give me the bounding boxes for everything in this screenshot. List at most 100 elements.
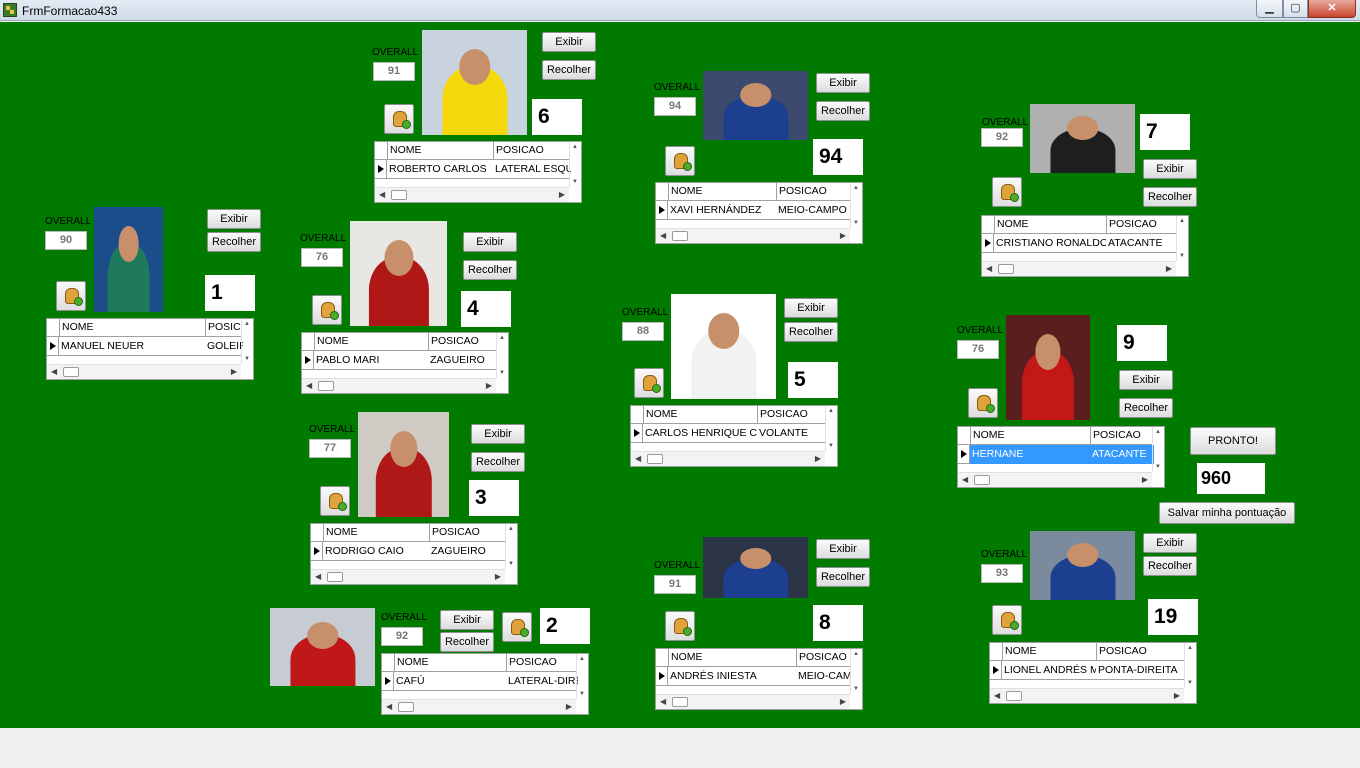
recolher-button[interactable]: Recolher bbox=[471, 452, 525, 472]
vertical-scrollbar[interactable] bbox=[496, 333, 508, 378]
add-player-button[interactable] bbox=[992, 605, 1022, 635]
table-row[interactable]: CARLOS HENRIQUE CASEMIROVOLANTE bbox=[631, 424, 825, 443]
vertical-scrollbar[interactable] bbox=[569, 142, 581, 187]
scroll-right-icon[interactable]: ▶ bbox=[1174, 691, 1180, 700]
scroll-right-icon[interactable]: ▶ bbox=[566, 702, 572, 711]
recolher-button[interactable]: Recolher bbox=[440, 632, 494, 652]
column-header-nome[interactable]: NOME bbox=[668, 649, 796, 667]
recolher-button[interactable]: Recolher bbox=[784, 322, 838, 342]
column-header-nome[interactable]: NOME bbox=[394, 654, 506, 672]
column-header-posicao[interactable]: POSICAO bbox=[1096, 643, 1186, 661]
column-header-posicao[interactable]: POSICAO bbox=[796, 649, 852, 667]
player-data-grid[interactable]: NOMEPOSICAOCAFÚLATERAL-DIREITO◀▶ bbox=[381, 653, 589, 715]
scroll-left-icon[interactable]: ◀ bbox=[986, 264, 992, 273]
minimize-button[interactable]: ▁ bbox=[1256, 0, 1283, 18]
column-header-nome[interactable]: NOME bbox=[59, 319, 205, 337]
exibir-button[interactable]: Exibir bbox=[1119, 370, 1173, 390]
player-data-grid[interactable]: NOMEPOSICAORODRIGO CAIOZAGUEIRO ◀▶ bbox=[310, 523, 518, 585]
scroll-right-icon[interactable]: ▶ bbox=[840, 231, 846, 240]
scroll-thumb[interactable] bbox=[63, 367, 79, 377]
table-row[interactable]: ROBERTO CARLOS LATERAL ESQUERDO bbox=[375, 160, 571, 179]
scroll-left-icon[interactable]: ◀ bbox=[962, 475, 968, 484]
player-data-grid[interactable]: NOMEPOSICMANUEL NEUERGOLEIRO◀▶ bbox=[46, 318, 254, 380]
table-row[interactable]: LIONEL ANDRÉS MESSIPONTA-DIREITA bbox=[990, 661, 1184, 680]
add-player-button[interactable] bbox=[665, 146, 695, 176]
scroll-right-icon[interactable]: ▶ bbox=[815, 454, 821, 463]
scroll-thumb[interactable] bbox=[647, 454, 663, 464]
horizontal-scrollbar[interactable]: ◀ ▶ bbox=[982, 261, 1176, 276]
player-data-grid[interactable]: NOMEPOSICAOANDRÉS INIESTAMEIO-CAMPO◀▶ bbox=[655, 648, 863, 710]
column-header-posicao[interactable]: POSICAO bbox=[429, 524, 507, 542]
column-header-nome[interactable]: NOME bbox=[970, 427, 1090, 445]
scroll-right-icon[interactable]: ▶ bbox=[840, 697, 846, 706]
pronto-button[interactable]: PRONTO! bbox=[1190, 427, 1276, 455]
horizontal-scrollbar[interactable]: ◀ ▶ bbox=[311, 569, 505, 584]
vertical-scrollbar[interactable] bbox=[1152, 427, 1164, 472]
column-header-posicao[interactable]: POSICAO bbox=[428, 333, 498, 351]
add-player-button[interactable] bbox=[384, 104, 414, 134]
recolher-button[interactable]: Recolher bbox=[816, 101, 870, 121]
vertical-scrollbar[interactable] bbox=[850, 649, 862, 694]
vertical-scrollbar[interactable] bbox=[850, 183, 862, 228]
exibir-button[interactable]: Exibir bbox=[784, 298, 838, 318]
scroll-left-icon[interactable]: ◀ bbox=[386, 702, 392, 711]
recolher-button[interactable]: Recolher bbox=[207, 232, 261, 252]
save-score-button[interactable]: Salvar minha pontuação bbox=[1159, 502, 1295, 524]
scroll-left-icon[interactable]: ◀ bbox=[660, 231, 666, 240]
scroll-right-icon[interactable]: ▶ bbox=[1142, 475, 1148, 484]
exibir-button[interactable]: Exibir bbox=[1143, 159, 1197, 179]
add-player-button[interactable] bbox=[56, 281, 86, 311]
scroll-right-icon[interactable]: ▶ bbox=[1166, 264, 1172, 273]
column-header-posicao[interactable]: POSICAO bbox=[1090, 427, 1154, 445]
scroll-left-icon[interactable]: ◀ bbox=[306, 381, 312, 390]
exibir-button[interactable]: Exibir bbox=[463, 232, 517, 252]
horizontal-scrollbar[interactable]: ◀ ▶ bbox=[375, 187, 569, 202]
table-row[interactable]: XAVI HERNÁNDEZ MEIO-CAMPO bbox=[656, 201, 850, 220]
column-header-posicao[interactable]: POSICAO bbox=[776, 183, 852, 201]
add-player-button[interactable] bbox=[634, 368, 664, 398]
recolher-button[interactable]: Recolher bbox=[1119, 398, 1173, 418]
column-header-posicao[interactable]: POSIC bbox=[205, 319, 243, 337]
table-row[interactable]: CRISTIANO RONALDO ATACANTE bbox=[982, 234, 1176, 253]
scroll-left-icon[interactable]: ◀ bbox=[51, 367, 57, 376]
horizontal-scrollbar[interactable]: ◀ ▶ bbox=[656, 694, 850, 709]
scroll-left-icon[interactable]: ◀ bbox=[660, 697, 666, 706]
column-header-nome[interactable]: NOME bbox=[387, 142, 493, 160]
scroll-thumb[interactable] bbox=[672, 231, 688, 241]
column-header-nome[interactable]: NOME bbox=[643, 406, 757, 424]
exibir-button[interactable]: Exibir bbox=[440, 610, 494, 630]
player-data-grid[interactable]: NOMEPOSICAOHERNANEATACANTE◀▶ bbox=[957, 426, 1165, 488]
recolher-button[interactable]: Recolher bbox=[542, 60, 596, 80]
scroll-left-icon[interactable]: ◀ bbox=[379, 190, 385, 199]
player-data-grid[interactable]: NOMEPOSICAO ROBERTO CARLOS LATERAL ESQUERD… bbox=[374, 141, 582, 203]
horizontal-scrollbar[interactable]: ◀ ▶ bbox=[958, 472, 1152, 487]
recolher-button[interactable]: Recolher bbox=[1143, 556, 1197, 576]
horizontal-scrollbar[interactable]: ◀ ▶ bbox=[656, 228, 850, 243]
horizontal-scrollbar[interactable]: ◀ ▶ bbox=[990, 688, 1184, 703]
player-data-grid[interactable]: NOMEPOSICAOPABLO MARIZAGUEIRO◀▶ bbox=[301, 332, 509, 394]
exibir-button[interactable]: Exibir bbox=[1143, 533, 1197, 553]
exibir-button[interactable]: Exibir bbox=[542, 32, 596, 52]
column-header-posicao[interactable]: POSICAO bbox=[493, 142, 571, 160]
recolher-button[interactable]: Recolher bbox=[463, 260, 517, 280]
scroll-right-icon[interactable]: ▶ bbox=[559, 190, 565, 199]
vertical-scrollbar[interactable] bbox=[505, 524, 517, 569]
exibir-button[interactable]: Exibir bbox=[207, 209, 261, 229]
table-row[interactable]: RODRIGO CAIO ZAGUEIRO bbox=[311, 542, 505, 561]
vertical-scrollbar[interactable] bbox=[825, 406, 837, 451]
player-data-grid[interactable]: NOMEPOSICAOXAVI HERNÁNDEZMEIO-CAMPO◀▶ bbox=[655, 182, 863, 244]
scroll-right-icon[interactable]: ▶ bbox=[495, 572, 501, 581]
column-header-nome[interactable]: NOME bbox=[323, 524, 429, 542]
exibir-button[interactable]: Exibir bbox=[816, 73, 870, 93]
vertical-scrollbar[interactable] bbox=[1184, 643, 1196, 688]
scroll-right-icon[interactable]: ▶ bbox=[231, 367, 237, 376]
vertical-scrollbar[interactable] bbox=[1176, 216, 1188, 261]
column-header-posicao[interactable]: POSICAO bbox=[757, 406, 827, 424]
horizontal-scrollbar[interactable]: ◀ ▶ bbox=[382, 699, 576, 714]
scroll-right-icon[interactable]: ▶ bbox=[486, 381, 492, 390]
player-data-grid[interactable]: NOMEPOSICAOCARLOS HENRIQUE CASEMIROVOLAN… bbox=[630, 405, 838, 467]
column-header-nome[interactable]: NOME bbox=[668, 183, 776, 201]
player-data-grid[interactable]: NOMEPOSICAOLIONEL ANDRÉS MESSIPONTA-DIRE… bbox=[989, 642, 1197, 704]
scroll-thumb[interactable] bbox=[672, 697, 688, 707]
table-row[interactable]: PABLO MARI ZAGUEIRO bbox=[302, 351, 496, 370]
